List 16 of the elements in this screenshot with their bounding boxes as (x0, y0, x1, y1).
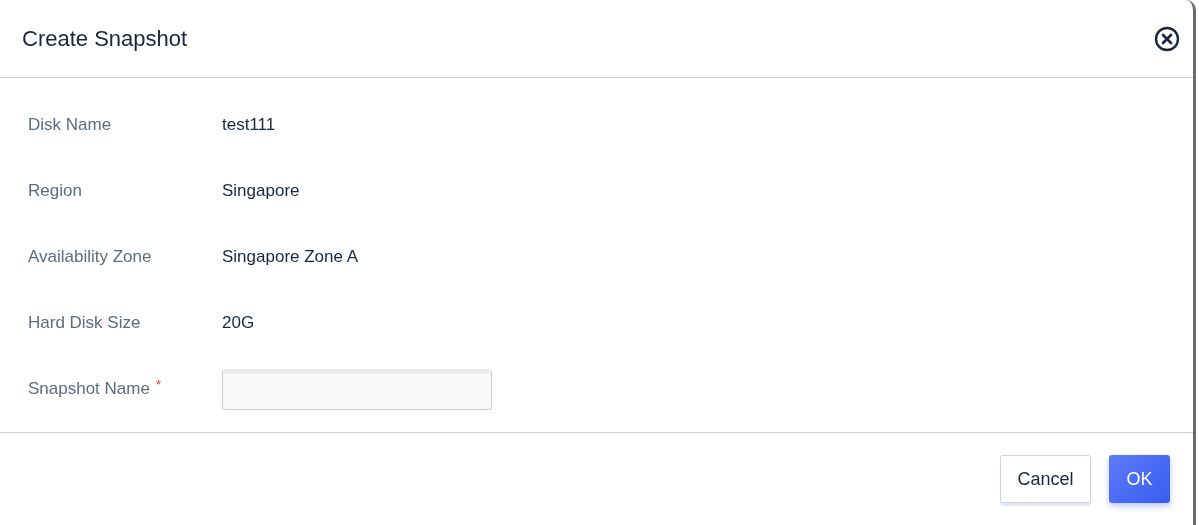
cancel-button[interactable]: Cancel (1000, 455, 1091, 503)
field-label: Region (28, 181, 82, 201)
field-value: test111 (222, 115, 276, 135)
field-value: Singapore (222, 181, 300, 201)
close-button[interactable] (1153, 24, 1181, 53)
field-label: Hard Disk Size (28, 313, 141, 333)
ok-button[interactable]: OK (1109, 455, 1170, 503)
dialog-title: Create Snapshot (22, 25, 188, 52)
required-mark: * (155, 377, 161, 392)
field-label: Availability Zone (28, 247, 152, 267)
field-label: Snapshot Name (28, 379, 150, 399)
snapshot-name-field[interactable] (222, 368, 492, 410)
field-label: Disk Name (28, 115, 112, 135)
field-value: 20G (222, 313, 255, 333)
close-icon (1154, 25, 1180, 52)
field-value: Singapore Zone A (222, 247, 359, 267)
